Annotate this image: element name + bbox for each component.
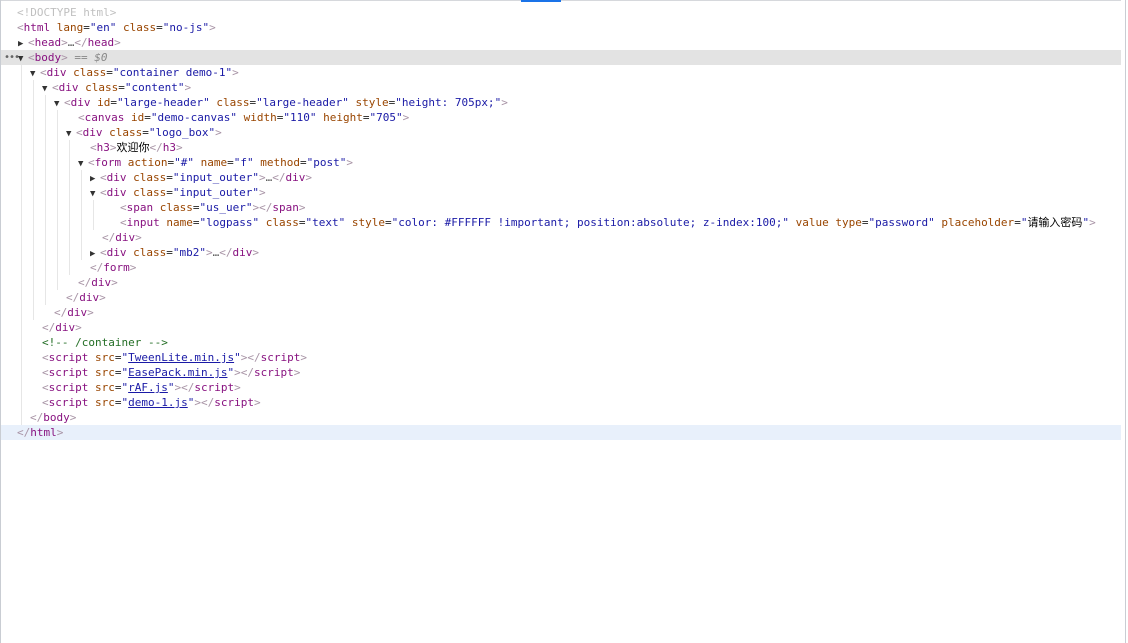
- dom-node-h3[interactable]: <h3>欢迎你</h3>: [1, 140, 1125, 155]
- collapse-triangle-icon[interactable]: ▼: [78, 157, 88, 170]
- active-tab-indicator: [521, 0, 561, 2]
- dom-node-large-header[interactable]: ▼ <div id="large-header" class="large-hea…: [1, 95, 1125, 110]
- dom-node-large-header-close[interactable]: </div>: [1, 290, 1125, 305]
- expand-triangle-icon[interactable]: ▶: [18, 37, 28, 50]
- collapse-triangle-icon[interactable]: ▼: [30, 67, 40, 80]
- dom-node-form-close[interactable]: </form>: [1, 260, 1125, 275]
- script-src-link[interactable]: EasePack.min.js: [128, 366, 227, 379]
- dom-node-form[interactable]: ▼ <form action="#" name="f" method="post"…: [1, 155, 1125, 170]
- dom-node-logo-box[interactable]: ▼ <div class="logo_box">: [1, 125, 1125, 140]
- selected-node-marker: == $0: [74, 51, 108, 64]
- dom-node-mb2[interactable]: ▶ <div class="mb2">…</div>: [1, 245, 1125, 260]
- dom-node-content-close[interactable]: </div>: [1, 305, 1125, 320]
- dom-node-logo-box-close[interactable]: </div>: [1, 275, 1125, 290]
- devtools-elements-panel: <!DOCTYPE html> <html lang="en" class="n…: [0, 0, 1126, 643]
- collapse-triangle-icon[interactable]: ▼: [18, 52, 28, 65]
- dom-node-canvas[interactable]: <canvas id="demo-canvas" width="110" hei…: [1, 110, 1125, 125]
- dom-node-head[interactable]: ▶ <head>…</head>: [1, 35, 1125, 50]
- placeholder-value: 请输入密码: [1027, 216, 1083, 229]
- expand-triangle-icon[interactable]: ▶: [90, 247, 100, 260]
- script-src-link[interactable]: demo-1.js: [128, 396, 188, 409]
- expand-triangle-icon[interactable]: ▶: [90, 172, 100, 185]
- collapse-triangle-icon[interactable]: ▼: [90, 187, 100, 200]
- script-src-link[interactable]: TweenLite.min.js: [128, 351, 234, 364]
- dom-node-body-selected[interactable]: ••• ▼ <body> == $0: [1, 50, 1125, 65]
- dom-node-container-close[interactable]: </div>: [1, 320, 1125, 335]
- dom-node-script[interactable]: <script src="TweenLite.min.js"></script>: [1, 350, 1125, 365]
- more-options-icon[interactable]: •••: [4, 50, 20, 65]
- doctype-text: <!DOCTYPE html>: [17, 6, 117, 19]
- dom-node-span[interactable]: <span class="us_uer"></span>: [1, 200, 1125, 215]
- dom-node-html[interactable]: <html lang="en" class="no-js">: [1, 20, 1125, 35]
- script-src-link[interactable]: rAF.js: [128, 381, 168, 394]
- collapse-triangle-icon[interactable]: ▼: [54, 97, 64, 110]
- dom-node-content[interactable]: ▼ <div class="content">: [1, 80, 1125, 95]
- dom-node-doctype[interactable]: <!DOCTYPE html>: [1, 5, 1125, 20]
- dom-node-html-close[interactable]: </html>: [1, 425, 1125, 440]
- dom-node-comment[interactable]: <!-- /container -->: [1, 335, 1125, 350]
- panel-top-border: [1, 0, 1125, 1]
- dom-node-container[interactable]: ▼ <div class="container demo-1">: [1, 65, 1125, 80]
- dom-node-script[interactable]: <script src="EasePack.min.js"></script>: [1, 365, 1125, 380]
- dom-node-input-outer-expanded[interactable]: ▼ <div class="input_outer">: [1, 185, 1125, 200]
- dom-node-input-outer-collapsed[interactable]: ▶ <div class="input_outer">…</div>: [1, 170, 1125, 185]
- scrollbar-track[interactable]: [1121, 0, 1125, 643]
- h3-text: 欢迎你: [116, 141, 150, 154]
- dom-node-script[interactable]: <script src="rAF.js"></script>: [1, 380, 1125, 395]
- dom-node-body-close[interactable]: </body>: [1, 410, 1125, 425]
- dom-node-input-outer-close[interactable]: </div>: [1, 230, 1125, 245]
- dom-node-script[interactable]: <script src="demo-1.js"></script>: [1, 395, 1125, 410]
- collapse-triangle-icon[interactable]: ▼: [42, 82, 52, 95]
- dom-tree: <!DOCTYPE html> <html lang="en" class="n…: [1, 5, 1125, 440]
- dom-node-input[interactable]: <input name="logpass" class="text" style…: [1, 215, 1125, 230]
- collapse-triangle-icon[interactable]: ▼: [66, 127, 76, 140]
- comment-text: <!-- /container -->: [42, 336, 168, 349]
